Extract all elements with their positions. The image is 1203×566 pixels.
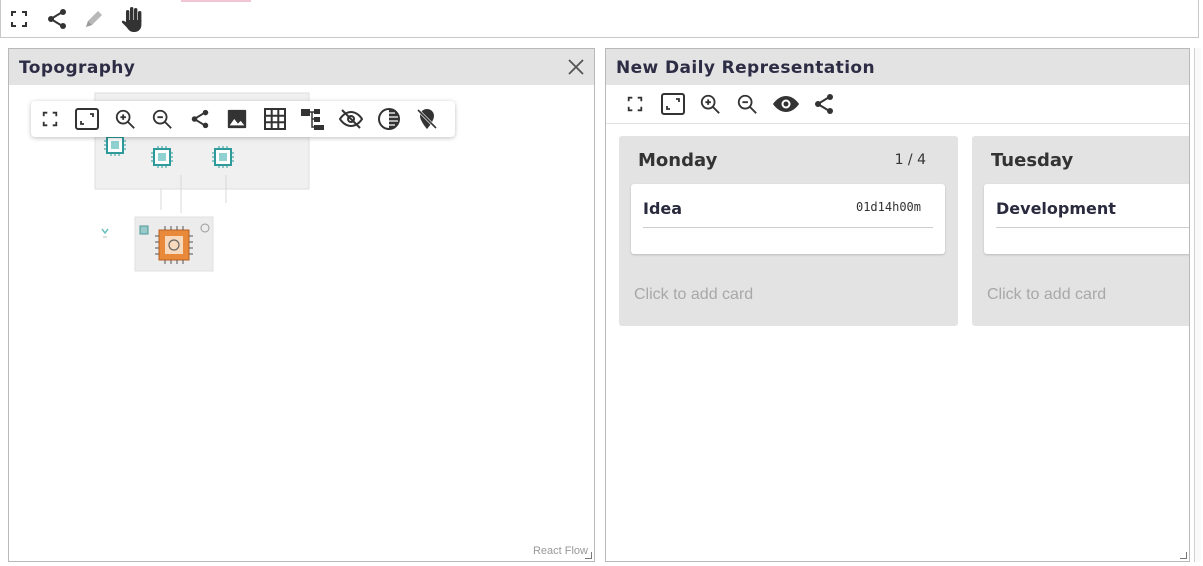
hand-icon[interactable]: [117, 4, 149, 34]
image-icon[interactable]: [224, 106, 250, 132]
orange-chip-node: [155, 226, 193, 264]
board-toolbar: [606, 85, 1189, 124]
zoom-in-icon[interactable]: [112, 106, 138, 132]
resize-handle[interactable]: [1180, 552, 1187, 559]
layout-tree-icon[interactable]: [300, 106, 326, 132]
react-flow-attribution[interactable]: React Flow: [533, 545, 588, 557]
flow-toolbar: [31, 101, 455, 137]
fullscreen-icon[interactable]: [5, 4, 33, 34]
lane-monday: Monday 1 / 4 Idea 01d14h00m Click to add…: [619, 136, 958, 326]
add-card-link[interactable]: Click to add card: [634, 286, 753, 304]
fullscreen-icon[interactable]: [37, 106, 63, 132]
lane-title: Tuesday: [991, 150, 1074, 171]
grid-icon[interactable]: [262, 106, 288, 132]
top-toolbar: [0, 0, 1199, 38]
card-title: Development: [996, 199, 1116, 218]
location-off-icon[interactable]: [414, 106, 440, 132]
zoom-out-icon[interactable]: [149, 106, 175, 132]
flow-canvas[interactable]: [9, 85, 594, 561]
card-duration: 01d14h00m: [855, 200, 921, 214]
close-icon[interactable]: [566, 57, 586, 77]
panel-title: New Daily Representation: [616, 58, 876, 78]
share-icon[interactable]: [809, 89, 839, 119]
card-divider: [996, 227, 1189, 228]
share-icon[interactable]: [43, 4, 71, 34]
panel-title: Topography: [19, 58, 136, 78]
topography-panel: Topography React Flow: [8, 48, 595, 562]
accent-strip: [181, 0, 251, 2]
fit-view-icon[interactable]: [658, 89, 688, 119]
chip-node-1: [104, 136, 126, 156]
resize-handle[interactable]: [585, 552, 592, 559]
fit-view-icon[interactable]: [74, 106, 100, 132]
daily-representation-panel: New Daily Representation Monday 1 / 4 Id…: [605, 48, 1190, 562]
lane-tuesday: Tuesday Development Click to add card: [972, 136, 1189, 326]
zoom-in-icon[interactable]: [695, 89, 725, 119]
lane-title: Monday: [638, 150, 718, 171]
zoom-out-icon[interactable]: [732, 89, 762, 119]
pencil-icon[interactable]: [80, 4, 108, 34]
eye-icon[interactable]: [771, 89, 801, 119]
lane-card-count: 1 / 4: [894, 152, 926, 168]
add-card-link[interactable]: Click to add card: [987, 286, 1106, 304]
card-title: Idea: [643, 199, 683, 218]
chip-node-3: [212, 146, 234, 168]
chip-node-2: [151, 146, 173, 168]
fullscreen-icon[interactable]: [620, 89, 650, 119]
window-scrollbar[interactable]: [1194, 48, 1201, 562]
hide-icon[interactable]: [338, 106, 364, 132]
card-development[interactable]: Development: [984, 184, 1189, 254]
share-icon[interactable]: [187, 106, 213, 132]
contrast-icon[interactable]: [376, 106, 402, 132]
topography-panel-header: Topography: [9, 49, 594, 85]
daily-panel-header: New Daily Representation: [606, 49, 1189, 85]
card-divider: [643, 227, 933, 228]
card-idea[interactable]: Idea 01d14h00m: [631, 184, 945, 254]
